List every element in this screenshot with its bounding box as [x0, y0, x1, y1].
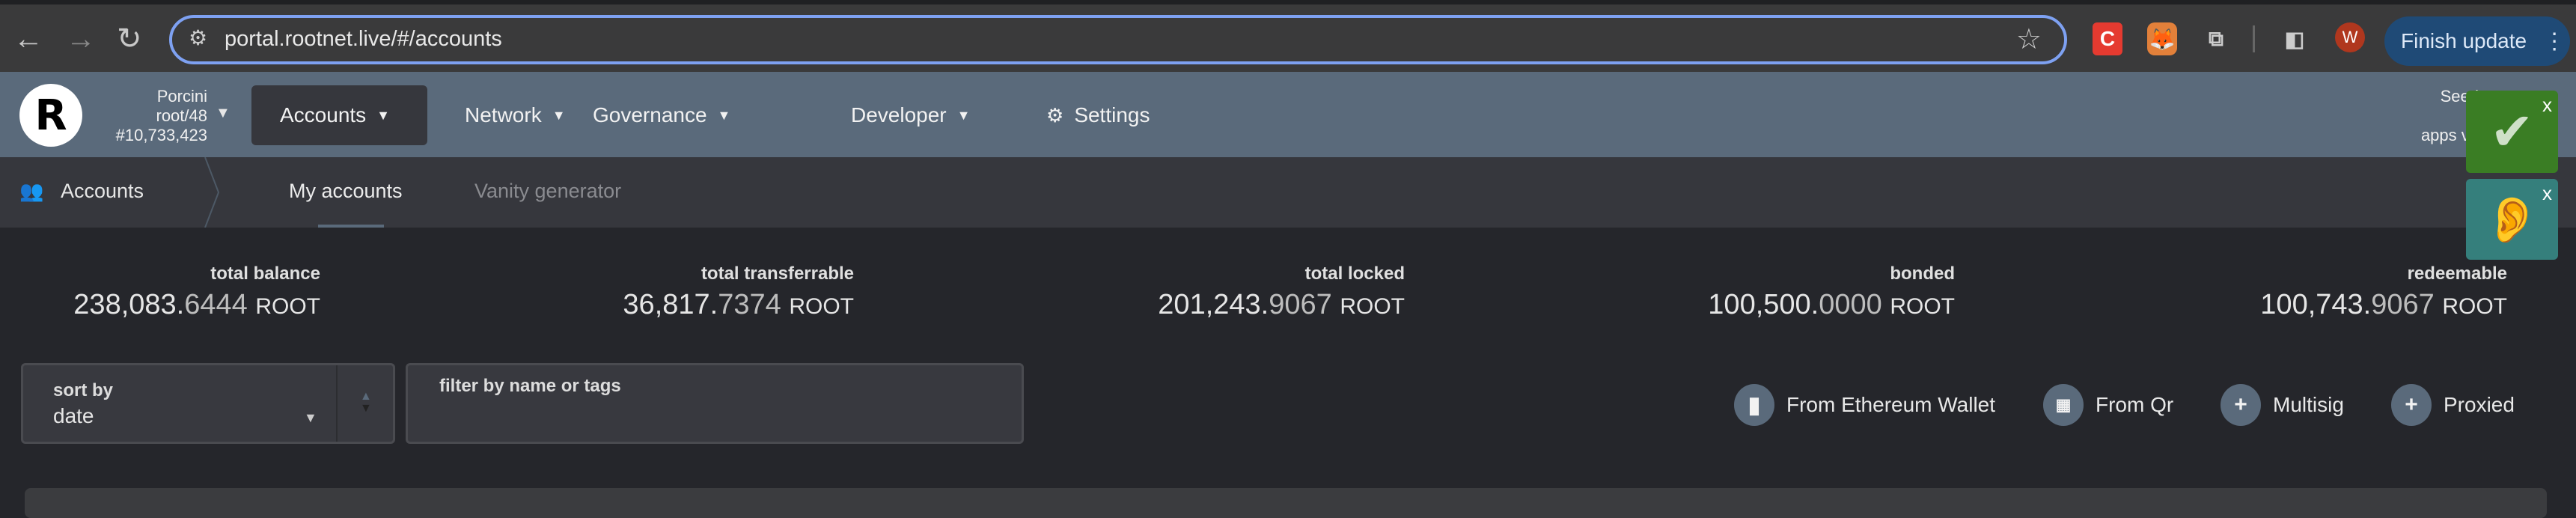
summary-label: redeemable [2407, 263, 2507, 284]
gears-icon: ⚙ [1046, 103, 1064, 127]
browser-toolbar: ← → ↻ ⚙ portal.rootnet.live/#/accounts ☆… [0, 0, 2576, 72]
address-bar[interactable]: ⚙ portal.rootnet.live/#/accounts ☆ [169, 15, 2067, 64]
summary-redeemable: 100,743.9067 ROOT [2260, 289, 2507, 321]
profile-avatar[interactable]: W [2335, 22, 2365, 52]
overlay-accessibility-widget[interactable]: 👂 x [2466, 179, 2558, 260]
summary-label: total transferrable [701, 263, 854, 284]
root-network-logo[interactable]: R [19, 84, 82, 147]
value-dec: 0000 [1819, 289, 1882, 320]
value-int: 201,243. [1158, 289, 1269, 320]
value-int: 36,817. [623, 289, 718, 320]
breadcrumb-divider [204, 157, 220, 228]
reload-icon[interactable]: ↻ [117, 21, 142, 57]
forward-icon[interactable]: → [66, 21, 96, 57]
multisig-button[interactable]: + Multisig [2221, 384, 2344, 426]
menu-label: Settings [1074, 103, 1150, 127]
value-unit: ROOT [255, 294, 320, 319]
value-int: 238,083. [73, 289, 185, 320]
toolbar-separator [2253, 25, 2255, 52]
filter-label: filter by name or tags [439, 376, 621, 396]
finish-update-button[interactable]: Finish update ⋮ [2384, 16, 2570, 66]
dropdown-caret-icon: ▼ [304, 410, 317, 425]
sort-value: date [53, 404, 94, 427]
button-label: Proxied [2444, 393, 2515, 416]
site-settings-icon[interactable]: ⚙ [189, 25, 207, 50]
value-dec: 9067 [2371, 289, 2435, 320]
menu-governance[interactable]: Governance ▼ [564, 85, 759, 145]
accounts-table-panel [25, 488, 2547, 518]
extension-red-icon[interactable]: C [2093, 22, 2122, 55]
wallet-icon: ▮ [1734, 384, 1774, 426]
extensions-puzzle-icon[interactable]: ⧉ [2201, 22, 2231, 55]
value-unit: ROOT [1890, 294, 1955, 319]
value-dec: 6444 [184, 289, 248, 320]
sub-navigation: 👥 Accounts My accounts Vanity generator [0, 157, 2576, 228]
button-label: Multisig [2273, 393, 2344, 416]
menu-label: Accounts [280, 103, 367, 127]
caret-down-icon: ▼ [376, 107, 390, 123]
finish-update-label: Finish update [2401, 29, 2527, 52]
summary-total-transferrable: 36,817.7374 ROOT [623, 289, 854, 321]
active-tab-underline [318, 225, 384, 228]
caret-down-icon: ▼ [956, 107, 971, 123]
tab-vanity-generator[interactable]: Vanity generator [474, 180, 621, 203]
plus-icon: + [2221, 384, 2261, 426]
filter-input[interactable]: filter by name or tags [406, 363, 1024, 444]
bookmark-star-icon[interactable]: ☆ [2016, 22, 2042, 56]
menu-accounts[interactable]: Accounts ▼ [251, 85, 427, 145]
close-icon[interactable]: x [2542, 94, 2552, 117]
sort-label: sort by [53, 380, 114, 400]
value-unit: ROOT [789, 294, 854, 319]
value-dec: 7374 [718, 289, 781, 320]
tab-my-accounts[interactable]: My accounts [289, 180, 403, 203]
menu-label: Governance [593, 103, 707, 127]
best-block: #10,733,423 [115, 126, 207, 144]
chain-name[interactable]: Porcini [157, 87, 207, 106]
back-icon[interactable]: ← [13, 21, 43, 57]
overlay-success-widget[interactable]: ✔ x [2466, 91, 2558, 173]
menu-developer[interactable]: Developer ▼ [822, 85, 998, 145]
chain-dropdown-caret-icon[interactable]: ▼ [216, 105, 231, 122]
sort-by-dropdown[interactable]: sort by date ▼ ▲ ▼ [21, 363, 395, 444]
caret-down-icon: ▼ [717, 107, 731, 123]
caret-down-icon: ▼ [552, 107, 566, 123]
summary-label: total locked [1304, 263, 1405, 284]
runtime-version[interactable]: root/48 [156, 106, 208, 126]
from-ethereum-wallet-button[interactable]: ▮ From Ethereum Wallet [1734, 384, 1995, 426]
side-panel-icon[interactable]: ◧ [2280, 22, 2310, 55]
plus-icon: + [2391, 384, 2432, 426]
summary-label: bonded [1890, 263, 1955, 284]
users-icon: 👥 [19, 180, 44, 202]
summary-label: total balance [210, 263, 320, 284]
sort-direction-toggle-icon[interactable]: ▲ ▼ [360, 391, 372, 415]
more-vert-icon[interactable]: ⋮ [2543, 28, 2566, 55]
summary-bonded: 100,500.0000 ROOT [1708, 289, 1955, 321]
menu-label: Network [465, 103, 542, 127]
menu-settings[interactable]: ⚙ Settings [1018, 85, 1178, 145]
summary-total-balance: 238,083.6444 ROOT [73, 289, 320, 321]
value-unit: ROOT [2442, 294, 2507, 319]
hearing-ear-icon: 👂 [2484, 194, 2540, 245]
summary-total-locked: 201,243.9067 ROOT [1158, 289, 1405, 321]
value-unit: ROOT [1340, 294, 1405, 319]
button-label: From Qr [2096, 393, 2174, 416]
qr-icon: ▦ [2043, 384, 2084, 426]
from-qr-button[interactable]: ▦ From Qr [2043, 384, 2173, 426]
checkmark-icon: ✔ [2490, 103, 2534, 161]
sort-divider [336, 365, 338, 442]
button-label: From Ethereum Wallet [1786, 393, 1996, 416]
app-header: R Porcini root/48 #10,733,423 ▼ Accounts… [0, 72, 2576, 157]
url-text[interactable]: portal.rootnet.live/#/accounts [225, 27, 502, 52]
value-dec: 9067 [1269, 289, 1332, 320]
proxied-button[interactable]: + Proxied [2391, 384, 2515, 426]
close-icon[interactable]: x [2542, 182, 2552, 205]
value-int: 100,500. [1708, 289, 1819, 320]
section-title: Accounts [61, 180, 144, 202]
menu-label: Developer [851, 103, 947, 127]
metamask-fox-icon[interactable]: 🦊 [2147, 22, 2177, 55]
value-int: 100,743. [2260, 289, 2372, 320]
